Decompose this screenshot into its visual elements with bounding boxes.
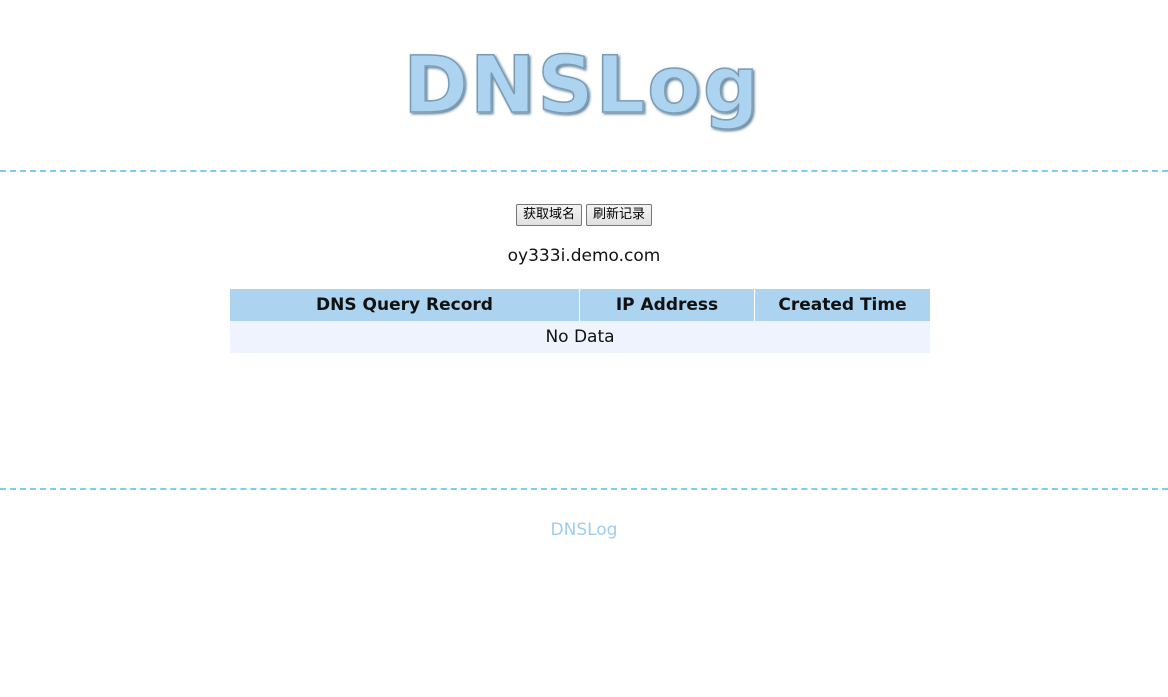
action-bar: 获取域名 刷新记录 [0,204,1168,226]
top-divider [0,170,1168,172]
current-domain: oy333i.demo.com [507,246,661,266]
records-table: DNS Query Record IP Address Created Time… [230,289,930,353]
footer-text: DNSLog [550,520,618,540]
column-header-created-time: Created Time [754,289,930,321]
empty-state-text: No Data [230,321,930,353]
table-header-row: DNS Query Record IP Address Created Time [230,289,930,321]
refresh-records-button[interactable]: 刷新记录 [586,204,653,226]
dnslog-logo: DNSLog [403,40,760,132]
column-header-dns-query-record: DNS Query Record [230,289,579,321]
table-row: No Data [230,321,930,353]
logo-text: DNSLog [403,41,760,131]
bottom-divider [0,488,1168,490]
column-header-ip-address: IP Address [579,289,754,321]
page-header: DNSLog [0,0,1168,170]
get-domain-button[interactable]: 获取域名 [515,204,582,226]
records-table-container: DNS Query Record IP Address Created Time… [230,289,930,353]
